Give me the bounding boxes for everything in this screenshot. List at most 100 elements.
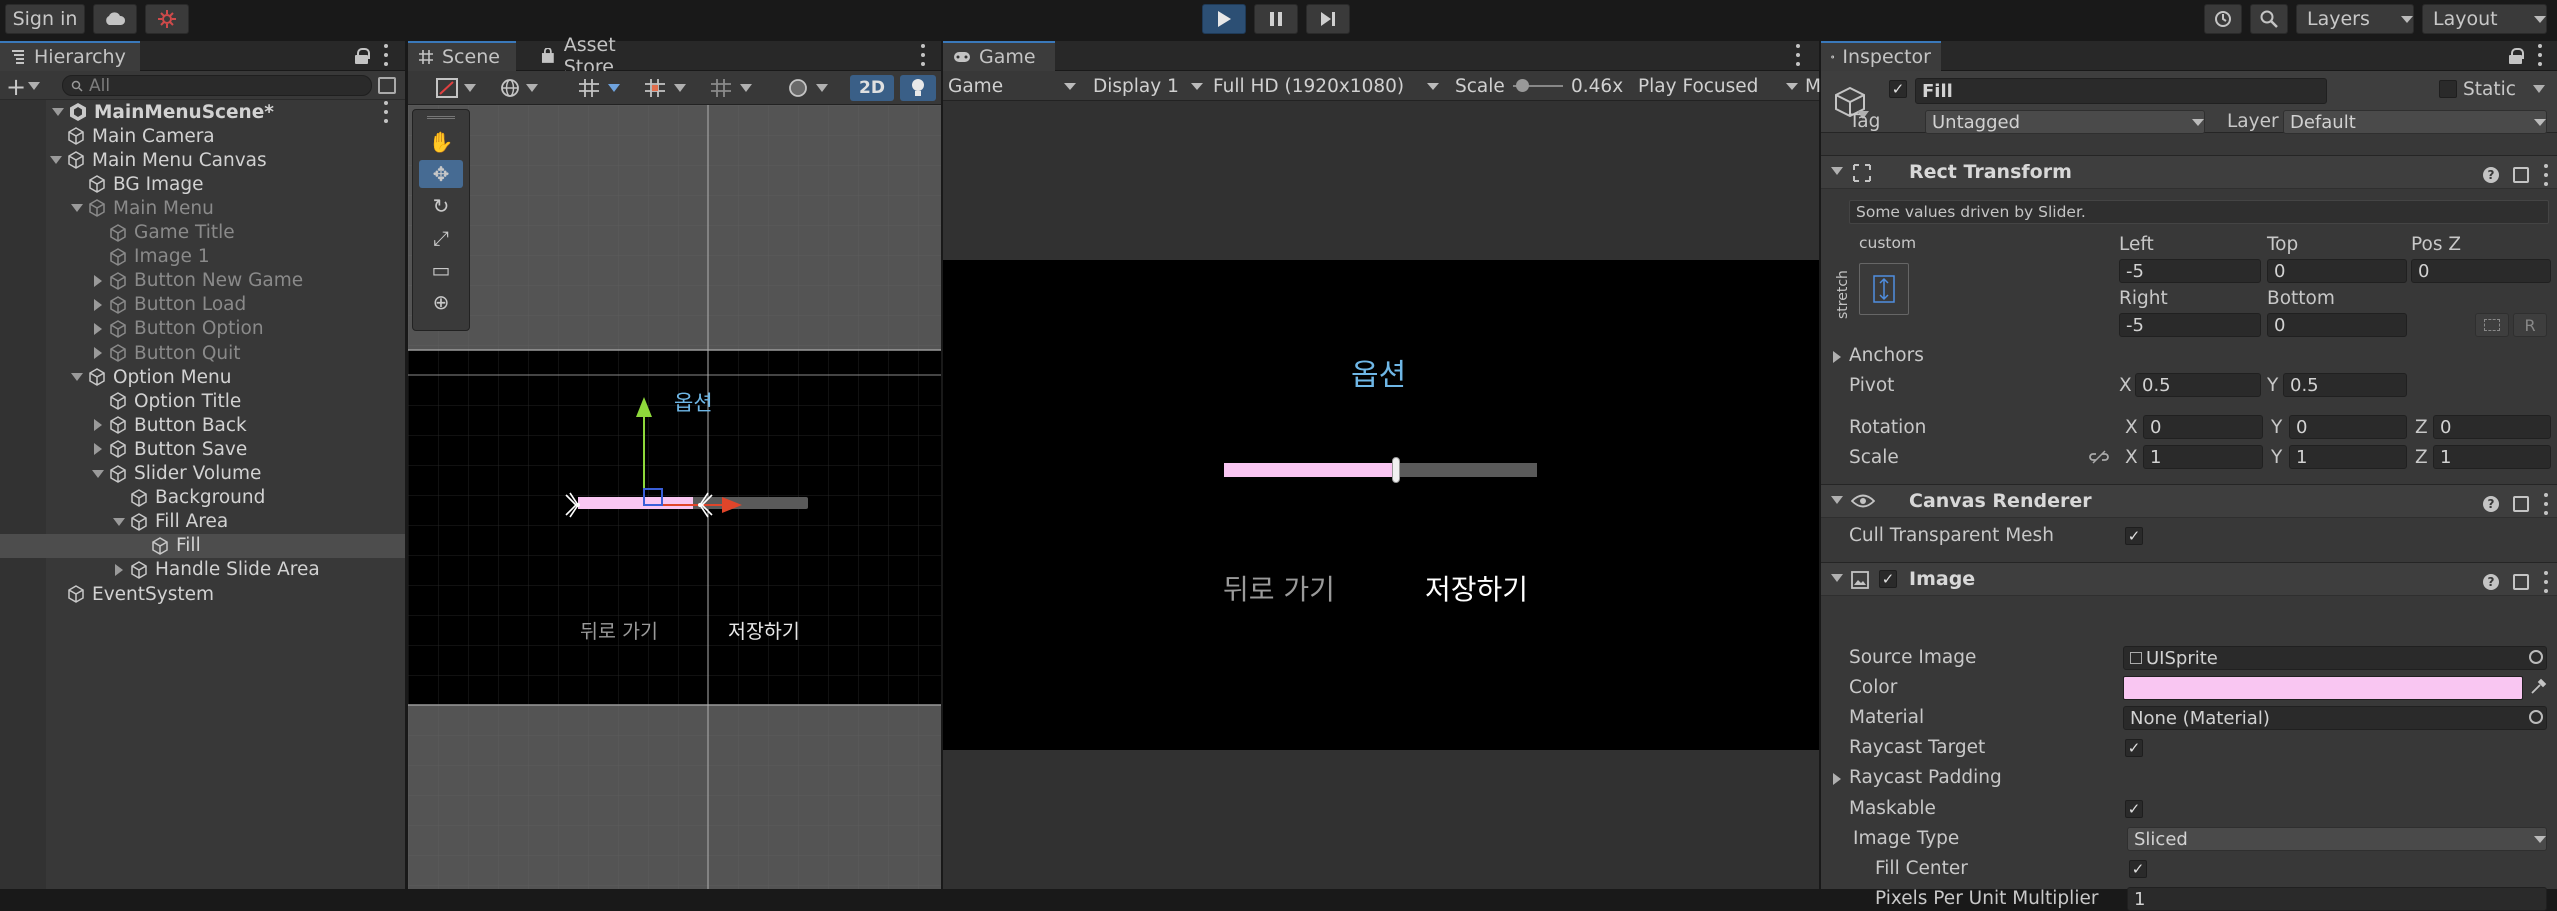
more-icon[interactable]: [383, 101, 389, 123]
shading-dropdown[interactable]: [788, 76, 840, 100]
left-field[interactable]: -5: [2119, 259, 2261, 283]
hierarchy-item[interactable]: Fill Area: [0, 510, 405, 534]
more-icon[interactable]: [920, 44, 926, 66]
help-icon[interactable]: ?: [2483, 496, 2499, 512]
move-tool-icon[interactable]: ✥: [419, 160, 463, 188]
collapsed-arrow-icon[interactable]: [92, 323, 104, 335]
scale-z-field[interactable]: 1: [2433, 445, 2551, 469]
preset-icon[interactable]: [2513, 496, 2529, 512]
object-picker-icon[interactable]: [2529, 650, 2543, 664]
more-icon[interactable]: [383, 44, 389, 66]
hierarchy-item[interactable]: Main Camera: [0, 124, 405, 148]
resolution-dropdown[interactable]: Full HD (1920x1080): [1213, 74, 1439, 98]
more-icon[interactable]: [2537, 44, 2543, 66]
increment-dropdown[interactable]: [710, 76, 770, 100]
collapsed-arrow-icon[interactable]: [92, 299, 104, 311]
material-field[interactable]: None (Material): [2123, 706, 2547, 730]
tab-inspector[interactable]: Inspector: [1821, 41, 1941, 71]
image-header[interactable]: ✓ Image ?: [1821, 562, 2557, 596]
raycast-padding-foldout-icon[interactable]: [1833, 773, 1841, 785]
palette-grip[interactable]: [427, 116, 455, 119]
more-icon[interactable]: [2543, 571, 2549, 593]
hierarchy-item[interactable]: Option Menu: [0, 365, 405, 389]
sign-in-button[interactable]: Sign in: [5, 4, 85, 34]
hierarchy-item[interactable]: Button Back: [0, 413, 405, 437]
hierarchy-item[interactable]: BG Image: [0, 172, 405, 196]
expanded-arrow-icon[interactable]: [92, 468, 104, 480]
rect-tool-icon[interactable]: ▭: [419, 256, 463, 284]
grid-snap-dropdown[interactable]: [578, 76, 638, 100]
ppu-multiplier-field[interactable]: 1: [2127, 887, 2547, 911]
rect-transform-header[interactable]: Rect Transform ?: [1821, 155, 2557, 189]
collapsed-arrow-icon[interactable]: [92, 347, 104, 359]
tab-scene[interactable]: Scene: [408, 41, 516, 71]
collapsed-arrow-icon[interactable]: [113, 564, 125, 576]
anchors-foldout-icon[interactable]: [1833, 351, 1841, 363]
hierarchy-item[interactable]: Button Option: [0, 317, 405, 341]
link-icon[interactable]: [2089, 449, 2109, 465]
add-dropdown-icon[interactable]: [28, 82, 40, 90]
scale-slider-thumb[interactable]: [1516, 79, 1529, 92]
blueprint-mode-button[interactable]: [2475, 313, 2509, 337]
static-checkbox[interactable]: [2439, 80, 2457, 98]
play-button[interactable]: [1202, 4, 1246, 34]
rot-z-field[interactable]: 0: [2433, 415, 2551, 439]
hierarchy-item[interactable]: Button Save: [0, 437, 405, 461]
active-checkbox[interactable]: ✓: [1889, 80, 1907, 98]
more-icon[interactable]: [2543, 493, 2549, 515]
rot-x-field[interactable]: 0: [2143, 415, 2263, 439]
pivot-y-field[interactable]: 0.5: [2283, 373, 2407, 397]
hierarchy-item[interactable]: Handle Slide Area: [0, 558, 405, 582]
hierarchy-item[interactable]: Slider Volume: [0, 462, 405, 486]
more-icon[interactable]: [2543, 164, 2549, 186]
search-icon[interactable]: [2250, 4, 2288, 34]
raycast-padding-label[interactable]: Raycast Padding: [1849, 767, 2002, 788]
pause-button[interactable]: [1254, 4, 1298, 34]
game-view[interactable]: 옵션 뒤로 가기 저장하기: [943, 260, 1819, 750]
top-field[interactable]: 0: [2267, 259, 2407, 283]
foldout-arrow-icon[interactable]: [1831, 574, 1843, 582]
posz-field[interactable]: 0: [2411, 259, 2551, 283]
hierarchy-search-input[interactable]: All: [62, 75, 372, 96]
layer-dropdown[interactable]: Default: [2283, 110, 2547, 134]
cloud-icon[interactable]: [93, 4, 137, 34]
expanded-arrow-icon[interactable]: [52, 106, 64, 118]
anchors-label[interactable]: Anchors: [1849, 345, 1924, 366]
draw-mode-dropdown[interactable]: [436, 76, 496, 100]
expanded-arrow-icon[interactable]: [50, 154, 62, 166]
expanded-arrow-icon[interactable]: [71, 202, 83, 214]
game-back-button[interactable]: 뒤로 가기: [1223, 568, 1335, 608]
hierarchy-item[interactable]: Game Title: [0, 221, 405, 245]
image-type-dropdown[interactable]: Sliced: [2127, 827, 2547, 851]
layers-dropdown[interactable]: Layers: [2296, 4, 2414, 34]
preset-icon[interactable]: [2513, 574, 2529, 590]
2d-toggle-button[interactable]: 2D: [850, 75, 894, 101]
scale-x-field[interactable]: 1: [2143, 445, 2263, 469]
rotate-tool-icon[interactable]: ↻: [419, 192, 463, 220]
preset-icon[interactable]: [2513, 167, 2529, 183]
hierarchy-item[interactable]: Background: [0, 486, 405, 510]
right-field[interactable]: -5: [2119, 313, 2261, 337]
image-enabled-checkbox[interactable]: ✓: [1879, 570, 1897, 588]
fill-center-checkbox[interactable]: ✓: [2129, 860, 2147, 878]
rot-y-field[interactable]: 0: [2289, 415, 2407, 439]
anchor-presets-button[interactable]: [1859, 263, 1909, 315]
game-slider[interactable]: [1224, 463, 1537, 477]
raw-edit-button[interactable]: R: [2513, 313, 2547, 337]
hand-tool-icon[interactable]: ✋: [419, 128, 463, 156]
tab-game[interactable]: Game: [943, 41, 1055, 71]
lock-icon[interactable]: [2509, 48, 2522, 63]
object-picker-icon[interactable]: [2529, 710, 2543, 724]
display-dropdown[interactable]: Display 1: [1093, 74, 1203, 98]
game-save-button[interactable]: 저장하기: [1425, 568, 1528, 608]
more-icon[interactable]: [1795, 44, 1801, 66]
scale-y-field[interactable]: 1: [2289, 445, 2407, 469]
history-icon[interactable]: [2204, 4, 2242, 34]
raycast-target-checkbox[interactable]: ✓: [2125, 739, 2143, 757]
game-view-dropdown[interactable]: Game: [948, 74, 1076, 98]
canvas-renderer-header[interactable]: Canvas Renderer ?: [1821, 484, 2557, 518]
hierarchy-item[interactable]: Main Menu Canvas: [0, 148, 405, 172]
lighting-toggle[interactable]: [900, 75, 936, 101]
game-slider-handle[interactable]: [1392, 457, 1400, 483]
cull-transparent-checkbox[interactable]: ✓: [2125, 527, 2143, 545]
